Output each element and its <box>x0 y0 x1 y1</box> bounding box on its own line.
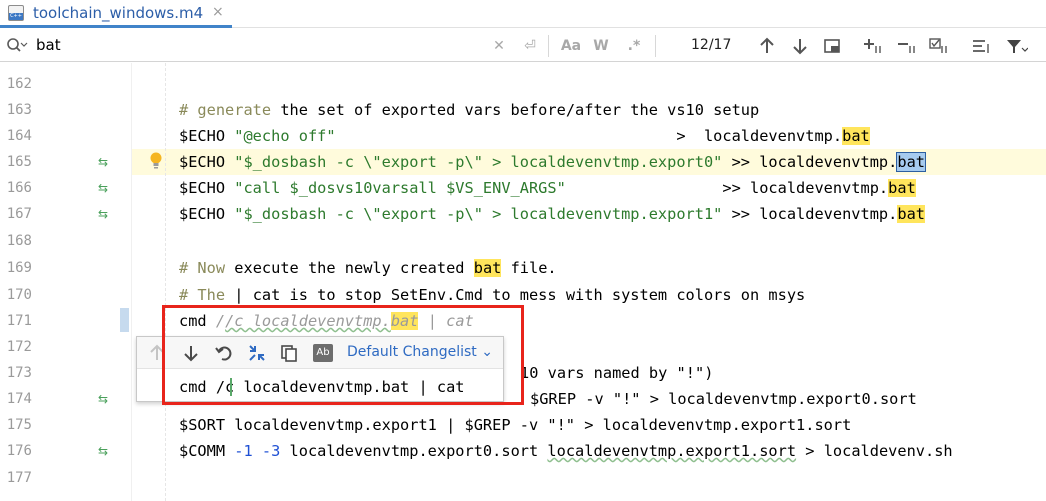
change-marker-icon[interactable]: ⇆ <box>96 175 110 201</box>
change-marker-icon[interactable]: ⇆ <box>96 149 110 175</box>
remove-selection-icon[interactable] <box>896 36 918 56</box>
file-tab[interactable]: C++ toolchain_windows.m4 × <box>0 0 232 28</box>
line-number: 175 <box>6 417 32 433</box>
code-line[interactable]: $COMM -1 -3 localdevenvtmp.export0.sort … <box>179 438 953 464</box>
search-match: bat <box>888 179 916 197</box>
search-input[interactable] <box>36 34 476 56</box>
search-match: bat <box>842 127 870 145</box>
find-bar: ✕ ⏎ Aa W .* 12/17 <box>0 29 1046 62</box>
word-diff-icon[interactable]: Ab <box>313 344 333 362</box>
change-marker-icon[interactable]: ⇆ <box>96 386 110 412</box>
line-number: 173 <box>6 365 32 381</box>
previous-change-icon[interactable] <box>147 343 167 363</box>
editor-tab-bar: C++ toolchain_windows.m4 × <box>0 0 1046 28</box>
change-diff-popup: Ab Default Changelist ⌄ cmd /c localdeve… <box>136 336 504 402</box>
code-line[interactable]: # The | cat is to stop SetEnv.Cmd to mes… <box>179 282 805 308</box>
search-match: bat <box>390 312 419 330</box>
open-in-window-icon[interactable] <box>822 36 842 56</box>
show-diff-icon[interactable] <box>247 343 267 363</box>
code-line-fragment[interactable]: $GREP -v "!" > localdevenvtmp.export0.so… <box>530 386 917 412</box>
clear-search-icon[interactable]: ✕ <box>490 36 508 56</box>
next-change-icon[interactable] <box>181 343 201 363</box>
toolbar-divider <box>655 35 656 57</box>
code-line[interactable]: $ECHO "$_dosbash -c \"export -p\" > loca… <box>179 201 925 227</box>
change-marker-icon[interactable]: ⇆ <box>96 201 110 227</box>
change-marker-icon[interactable]: ⇆ <box>96 438 110 464</box>
original-line-text: cmd /c localdevenvtmp.bat | cat <box>179 378 465 396</box>
line-number: 167 <box>6 206 32 222</box>
whole-words-icon[interactable]: W <box>592 36 610 56</box>
code-line[interactable]: $SORT localdevenvtmp.export1 | $GREP -v … <box>179 412 851 438</box>
line-number: 169 <box>6 260 32 276</box>
match-count: 12/17 <box>691 37 732 53</box>
modified-line-marker[interactable] <box>120 308 129 332</box>
cpp-file-icon: C++ <box>8 5 24 21</box>
select-all-occurrences-icon[interactable] <box>928 36 950 56</box>
match-case-icon[interactable]: Aa <box>560 36 582 56</box>
copy-icon[interactable] <box>279 343 299 363</box>
lightbulb-icon[interactable] <box>149 151 163 171</box>
line-number: 176 <box>6 443 32 459</box>
rollback-icon[interactable] <box>214 343 234 363</box>
code-line[interactable]: # generate the set of exported vars befo… <box>179 97 759 123</box>
diff-popup-toolbar: Ab Default Changelist ⌄ <box>137 337 503 369</box>
line-number: 165 <box>6 154 32 170</box>
regex-icon[interactable]: .* <box>624 36 644 56</box>
code-line[interactable]: $ECHO "$_dosbash -c \"export -p\" > loca… <box>179 149 926 175</box>
filter-search-results-icon[interactable] <box>970 36 992 56</box>
add-selection-icon[interactable] <box>862 36 884 56</box>
line-number: 172 <box>6 339 32 355</box>
line-number: 177 <box>6 470 32 486</box>
toolbar-divider <box>548 35 549 57</box>
line-number: 166 <box>6 180 32 196</box>
previous-occurrence-icon[interactable] <box>758 36 776 56</box>
line-number: 170 <box>6 287 32 303</box>
indent-guide <box>165 63 166 501</box>
gutter-separator <box>131 63 132 501</box>
line-number: 171 <box>6 313 32 329</box>
search-match: bat <box>897 205 925 223</box>
code-line[interactable]: $ECHO "@echo off" > localdevenvtmp.bat <box>179 123 870 149</box>
search-history-icon[interactable] <box>6 37 28 55</box>
line-number: 164 <box>6 128 32 144</box>
filter-icon[interactable] <box>1004 36 1028 56</box>
current-search-match: bat <box>896 152 926 172</box>
code-line[interactable]: $ECHO "call $_dosvs10varsall $VS_ENV_ARG… <box>179 175 916 201</box>
search-match: bat <box>473 259 502 277</box>
chevron-down-icon: ⌄ <box>481 344 493 360</box>
line-number: 168 <box>6 233 32 249</box>
close-tab-icon[interactable]: × <box>212 4 224 20</box>
text-caret <box>230 378 232 396</box>
new-line-icon[interactable]: ⏎ <box>520 36 540 56</box>
line-number: 163 <box>6 102 32 118</box>
line-number: 174 <box>6 391 32 407</box>
changelist-dropdown[interactable]: Default Changelist ⌄ <box>347 344 493 360</box>
line-number: 162 <box>6 76 32 92</box>
tab-title: toolchain_windows.m4 <box>33 4 204 22</box>
code-line-fragment[interactable]: 10 vars named by "!") <box>520 360 713 386</box>
code-line[interactable]: # Now execute the newly created bat file… <box>179 255 557 281</box>
next-occurrence-icon[interactable] <box>791 36 809 56</box>
code-line[interactable]: cmd //c localdevenvtmp.bat | cat <box>179 308 474 334</box>
